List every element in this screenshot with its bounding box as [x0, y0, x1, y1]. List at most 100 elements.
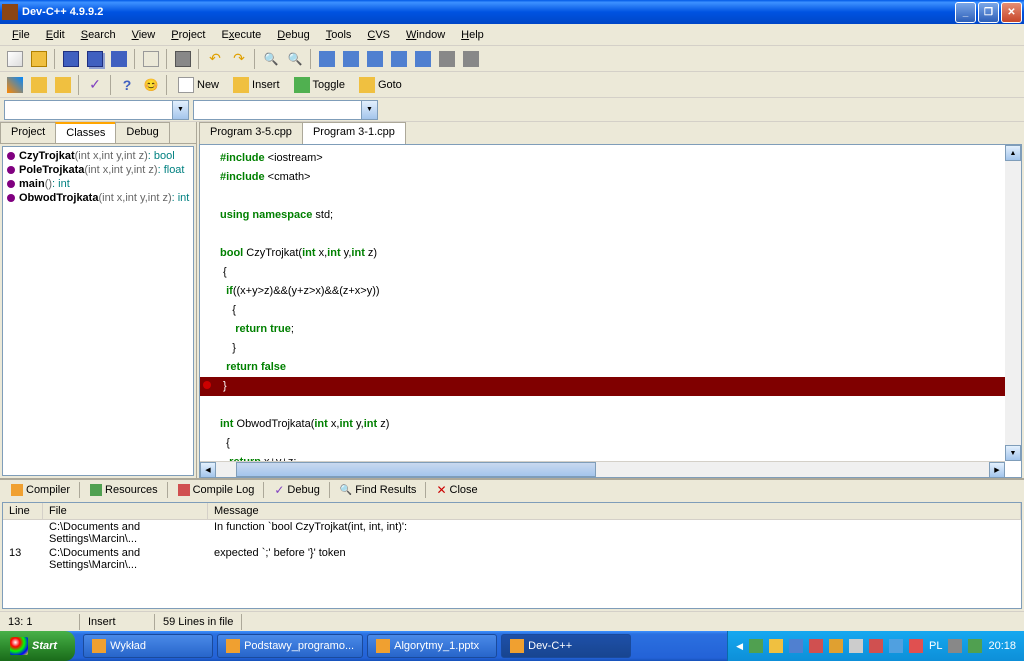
- menu-window[interactable]: Window: [398, 27, 453, 43]
- saveas-icon[interactable]: [108, 48, 130, 70]
- class-item[interactable]: CzyTrojkat (int x,int y,int z) : bool: [5, 149, 191, 163]
- tray-icon[interactable]: [749, 639, 763, 653]
- editor-tab-1[interactable]: Program 3-5.cpp: [199, 122, 303, 144]
- class-item[interactable]: ObwodTrojkata (int x,int y,int z) : int: [5, 191, 191, 205]
- menu-file[interactable]: File: [4, 27, 38, 43]
- tab-project[interactable]: Project: [0, 122, 56, 143]
- tray-icon[interactable]: [948, 639, 962, 653]
- toggle-button[interactable]: Toggle: [288, 74, 351, 96]
- code-line[interactable]: [200, 225, 1021, 244]
- close-file-icon[interactable]: [140, 48, 162, 70]
- btab-debug[interactable]: ✓Debug: [267, 480, 326, 500]
- code-editor[interactable]: #include <iostream>#include <cmath> usin…: [199, 144, 1022, 478]
- taskbar-button[interactable]: Wykład: [83, 634, 213, 658]
- check-icon[interactable]: ✓: [84, 74, 106, 96]
- tab-classes[interactable]: Classes: [55, 122, 116, 143]
- vscroll[interactable]: ▲ ▼: [1005, 145, 1021, 461]
- combo1[interactable]: ▼: [4, 100, 189, 120]
- tray-icon[interactable]: [889, 639, 903, 653]
- taskbar-button[interactable]: Algorytmy_1.pptx: [367, 634, 497, 658]
- code-line[interactable]: {: [200, 434, 1021, 453]
- compile-icon[interactable]: [316, 48, 338, 70]
- start-button[interactable]: Start: [0, 631, 75, 661]
- code-line[interactable]: bool CzyTrojkat(int x,int y,int z): [200, 244, 1021, 263]
- tray-icon[interactable]: [909, 639, 923, 653]
- find-icon[interactable]: 🔍: [260, 48, 282, 70]
- tray-icon[interactable]: [829, 639, 843, 653]
- menu-edit[interactable]: Edit: [38, 27, 73, 43]
- rebuild-icon[interactable]: [388, 48, 410, 70]
- clean-icon[interactable]: [460, 48, 482, 70]
- insert-button[interactable]: Insert: [227, 74, 286, 96]
- undo-icon[interactable]: ↶: [204, 48, 226, 70]
- new-icon[interactable]: [4, 48, 26, 70]
- code-line[interactable]: [200, 396, 1021, 415]
- tray-icon[interactable]: [789, 639, 803, 653]
- colors1-icon[interactable]: [4, 74, 26, 96]
- taskbar-button[interactable]: Dev-C++: [501, 634, 631, 658]
- btab-compilelog[interactable]: Compile Log: [171, 481, 262, 499]
- tray-icon[interactable]: [769, 639, 783, 653]
- run-icon[interactable]: [340, 48, 362, 70]
- profile-icon[interactable]: [436, 48, 458, 70]
- redo-icon[interactable]: ↷: [228, 48, 250, 70]
- tray-icon[interactable]: [968, 639, 982, 653]
- maximize-button[interactable]: ❐: [978, 2, 999, 23]
- combo2[interactable]: ▼: [193, 100, 378, 120]
- menu-debug[interactable]: Debug: [269, 27, 317, 43]
- print-icon[interactable]: [172, 48, 194, 70]
- open-icon[interactable]: [28, 48, 50, 70]
- code-line[interactable]: {: [200, 301, 1021, 320]
- close-button[interactable]: ✕: [1001, 2, 1022, 23]
- code-line[interactable]: }: [200, 339, 1021, 358]
- code-line[interactable]: using namespace std;: [200, 206, 1021, 225]
- tray-icon[interactable]: [849, 639, 863, 653]
- menu-search[interactable]: Search: [73, 27, 124, 43]
- new-button[interactable]: New: [172, 74, 225, 96]
- tray-icon[interactable]: [869, 639, 883, 653]
- menu-view[interactable]: View: [124, 27, 164, 43]
- code-line[interactable]: return true;: [200, 320, 1021, 339]
- message-row[interactable]: 13C:\Documents and Settings\Marcin\...ex…: [3, 546, 1021, 572]
- editor-tab-2[interactable]: Program 3-1.cpp: [302, 122, 406, 144]
- code-line[interactable]: #include <cmath>: [200, 168, 1021, 187]
- scroll-right-icon[interactable]: ▶: [989, 462, 1005, 478]
- colors3-icon[interactable]: [52, 74, 74, 96]
- help-icon[interactable]: ?: [116, 74, 138, 96]
- code-line[interactable]: }: [200, 377, 1021, 396]
- hscroll-thumb[interactable]: [236, 462, 596, 477]
- tray-clock[interactable]: 20:18: [988, 640, 1016, 652]
- menu-cvs[interactable]: CVS: [359, 27, 398, 43]
- colors2-icon[interactable]: [28, 74, 50, 96]
- taskbar-button[interactable]: Podstawy_programo...: [217, 634, 363, 658]
- scroll-up-icon[interactable]: ▲: [1005, 145, 1021, 161]
- menu-help[interactable]: Help: [453, 27, 492, 43]
- class-item[interactable]: PoleTrojkata (int x,int y,int z) : float: [5, 163, 191, 177]
- tab-debug[interactable]: Debug: [115, 122, 169, 143]
- code-line[interactable]: {: [200, 263, 1021, 282]
- code-line[interactable]: if((x+y>z)&&(y+z>x)&&(z+x>y)): [200, 282, 1021, 301]
- menu-project[interactable]: Project: [163, 27, 213, 43]
- message-row[interactable]: C:\Documents and Settings\Marcin\...In f…: [3, 520, 1021, 546]
- saveall-icon[interactable]: [84, 48, 106, 70]
- menu-tools[interactable]: Tools: [318, 27, 360, 43]
- code-line[interactable]: int ObwodTrojkata(int x,int y,int z): [200, 415, 1021, 434]
- msg-header-line[interactable]: Line: [3, 503, 43, 519]
- save-icon[interactable]: [60, 48, 82, 70]
- minimize-button[interactable]: _: [955, 2, 976, 23]
- system-tray[interactable]: ◀ PL 20:18: [727, 631, 1024, 661]
- code-line[interactable]: #include <iostream>: [200, 149, 1021, 168]
- goto-button[interactable]: Goto: [353, 74, 408, 96]
- compilerun-icon[interactable]: [364, 48, 386, 70]
- replace-icon[interactable]: 🔍: [284, 48, 306, 70]
- code-line[interactable]: [200, 187, 1021, 206]
- scroll-down-icon[interactable]: ▼: [1005, 445, 1021, 461]
- code-line[interactable]: return false: [200, 358, 1021, 377]
- debug-icon[interactable]: [412, 48, 434, 70]
- about-icon[interactable]: 😊: [140, 74, 162, 96]
- class-item[interactable]: main () : int: [5, 177, 191, 191]
- btab-findresults[interactable]: 🔍Find Results: [333, 481, 424, 499]
- btab-resources[interactable]: Resources: [83, 481, 165, 499]
- tray-language[interactable]: PL: [929, 640, 942, 652]
- scroll-left-icon[interactable]: ◀: [200, 462, 216, 478]
